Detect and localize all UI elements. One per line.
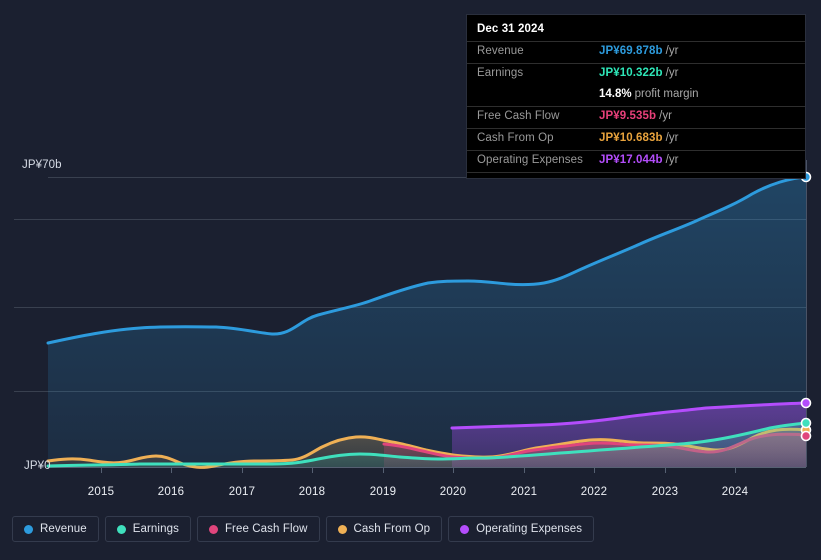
datapoint-marker-free-cash-flow[interactable]: [800, 430, 812, 442]
tooltip-value-revenue: JP¥69.878b: [599, 45, 663, 57]
legend-dot-earnings-icon: [116, 524, 126, 534]
y-axis-label-top: JP¥70b: [22, 159, 62, 171]
tooltip-row-operating-expenses: Operating Expenses JP¥17.044b /yr: [467, 150, 805, 172]
x-axis-tick-2023: 2023: [651, 486, 679, 498]
tooltip-row-cash-from-op: Cash From Op JP¥10.683b /yr: [467, 128, 805, 150]
chart-legend: Revenue Earnings Free Cash Flow Cash Fro…: [12, 516, 595, 542]
legend-label-operating-expenses: Operating Expenses: [476, 523, 583, 535]
legend-label-free-cash-flow: Free Cash Flow: [224, 523, 308, 535]
datapoint-marker-earnings[interactable]: [800, 417, 812, 429]
legend-dot-cash-from-op-icon: [337, 524, 347, 534]
tooltip-row-free-cash-flow: Free Cash Flow JP¥9.535b /yr: [467, 106, 805, 128]
legend-dot-operating-expenses-icon: [460, 524, 470, 534]
tooltip-value-operating-expenses: JP¥17.044b: [599, 154, 663, 166]
tooltip-label-free-cash-flow: Free Cash Flow: [477, 110, 560, 122]
legend-dot-free-cash-flow-icon: [208, 524, 218, 534]
x-axis-tick-2017: 2017: [228, 486, 256, 498]
legend-label-earnings: Earnings: [132, 523, 179, 535]
legend-item-operating-expenses[interactable]: Operating Expenses: [448, 516, 595, 542]
tooltip-value-earnings: JP¥10.322b: [599, 67, 663, 79]
tooltip-row-profit-margin: 14.8% profit margin: [467, 85, 805, 106]
tooltip-suffix-operating-expenses: /yr: [665, 154, 679, 166]
legend-dot-revenue-icon: [24, 524, 33, 534]
y-axis-label-bottom: JP¥0: [24, 460, 51, 472]
chart-tooltip: Dec 31 2024 Revenue JP¥69.878b /yr Earni…: [466, 14, 806, 179]
tooltip-suffix-profit-margin: profit margin: [634, 88, 699, 100]
tooltip-row-revenue: Revenue JP¥69.878b /yr: [467, 41, 805, 63]
x-axis-tick-2022: 2022: [580, 486, 608, 498]
x-axis-tick-2016: 2016: [157, 486, 185, 498]
legend-item-free-cash-flow[interactable]: Free Cash Flow: [196, 516, 320, 542]
datapoint-marker-operating-expenses[interactable]: [800, 397, 812, 409]
tooltip-label-earnings: Earnings: [477, 67, 524, 79]
tooltip-label-operating-expenses: Operating Expenses: [477, 154, 584, 166]
tooltip-label-cash-from-op: Cash From Op: [477, 132, 554, 144]
x-axis-tick-2020: 2020: [439, 486, 467, 498]
tooltip-row-earnings: Earnings JP¥10.322b /yr: [467, 63, 805, 85]
tooltip-label-revenue: Revenue: [477, 45, 524, 57]
legend-label-cash-from-op: Cash From Op: [353, 523, 431, 535]
chart-screenshot: JP¥70b JP¥0 2015 2016 2017 2018 2019 202…: [0, 0, 821, 560]
tooltip-suffix-free-cash-flow: /yr: [659, 110, 672, 122]
tooltip-footer-divider: [467, 172, 805, 178]
tooltip-suffix-earnings: /yr: [665, 67, 679, 79]
tooltip-value-cash-from-op: JP¥10.683b: [599, 132, 663, 144]
x-axis-tick-2024: 2024: [721, 486, 749, 498]
tooltip-date-title: Dec 31 2024: [477, 23, 544, 35]
tooltip-suffix-cash-from-op: /yr: [665, 132, 679, 144]
tooltip-suffix-revenue: /yr: [665, 45, 679, 57]
x-axis-tick-2018: 2018: [298, 486, 326, 498]
legend-item-revenue[interactable]: Revenue: [12, 516, 99, 542]
x-axis-tick-2019: 2019: [369, 486, 397, 498]
x-axis-tick-2015: 2015: [87, 486, 115, 498]
x-axis-tick-2021: 2021: [510, 486, 538, 498]
legend-item-cash-from-op[interactable]: Cash From Op: [325, 516, 443, 542]
legend-item-earnings[interactable]: Earnings: [104, 516, 191, 542]
legend-label-revenue: Revenue: [40, 523, 87, 535]
tooltip-value-profit-margin: 14.8%: [599, 88, 632, 100]
tooltip-value-free-cash-flow: JP¥9.535b: [599, 110, 657, 122]
